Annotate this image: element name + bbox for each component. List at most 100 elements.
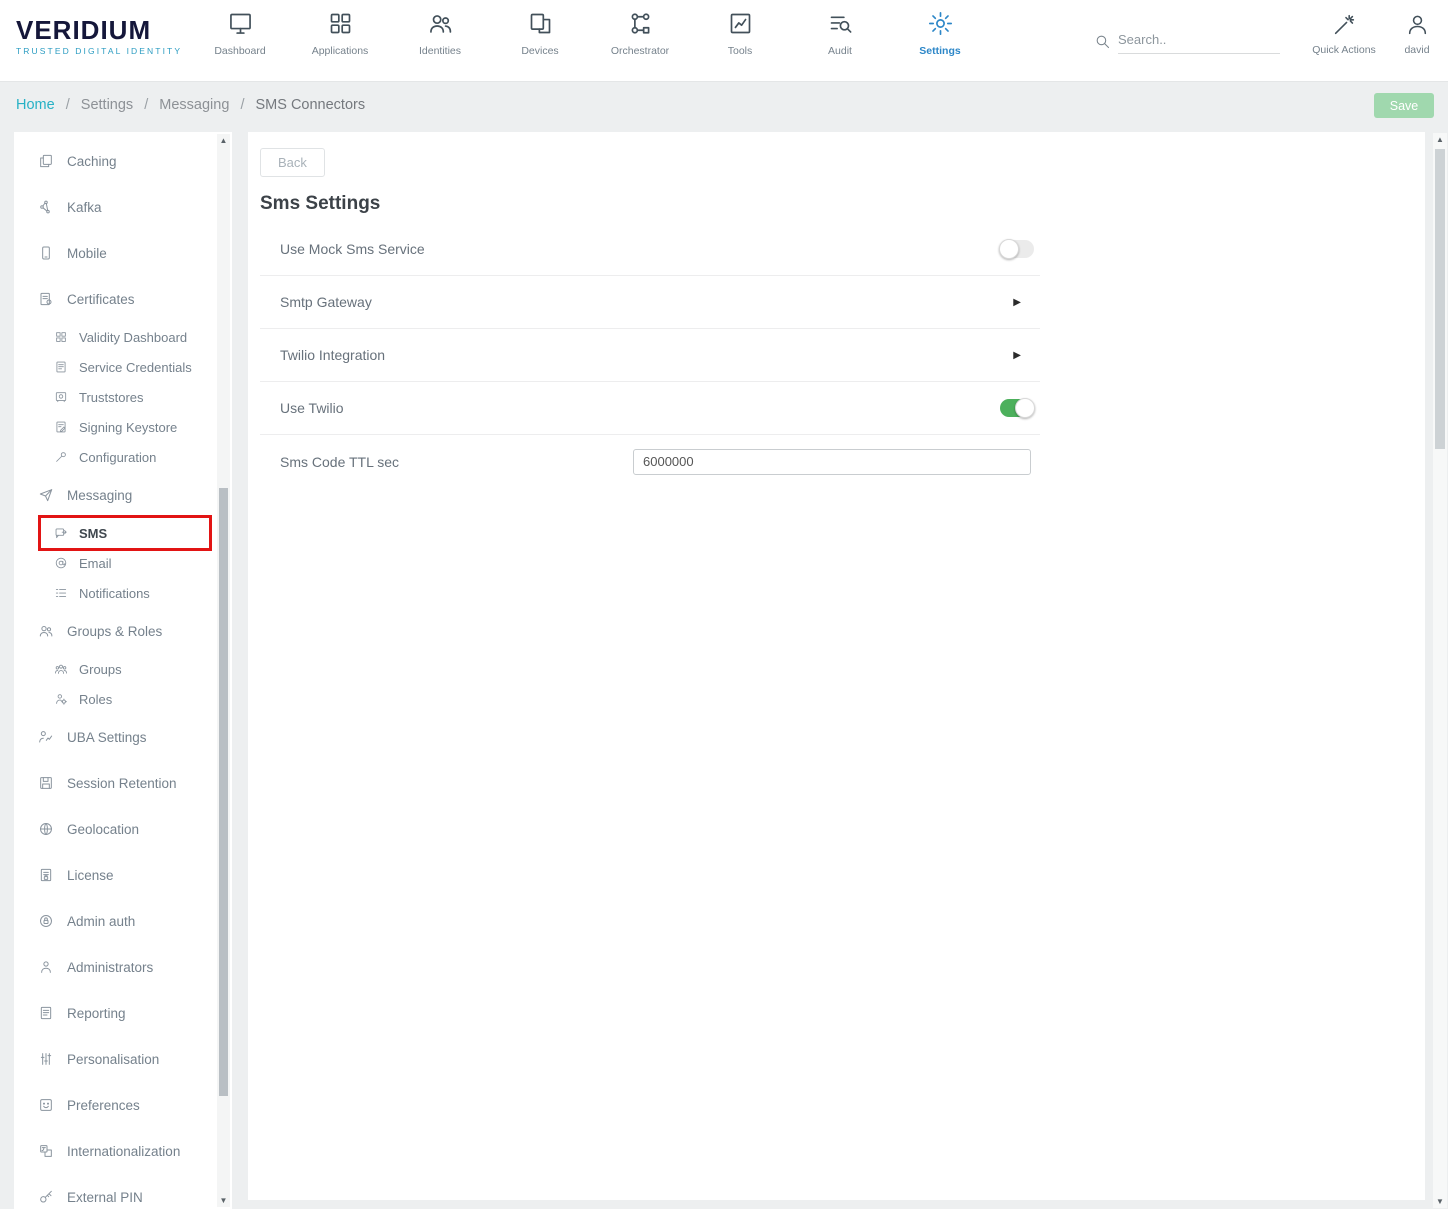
certificates-icon bbox=[38, 291, 54, 307]
nav-tools[interactable]: Tools bbox=[690, 10, 790, 57]
sidebar-item-admin-auth[interactable]: Admin auth bbox=[14, 898, 232, 944]
user-menu[interactable]: david bbox=[1392, 12, 1442, 56]
expand-arrow-icon[interactable]: ▶ bbox=[1013, 297, 1021, 308]
configuration-icon bbox=[54, 450, 68, 464]
breadcrumb-messaging[interactable]: Messaging bbox=[159, 97, 229, 113]
sidebar-item-sms[interactable]: SMS bbox=[14, 518, 232, 548]
admin-auth-icon bbox=[38, 913, 54, 929]
nav-applications[interactable]: Applications bbox=[290, 10, 390, 57]
nav-identities[interactable]: Identities bbox=[390, 10, 490, 57]
breadcrumb-current: SMS Connectors bbox=[256, 97, 366, 113]
search-icon[interactable] bbox=[1094, 33, 1111, 50]
page-scrollbar-thumb[interactable] bbox=[1435, 149, 1445, 449]
geolocation-icon bbox=[38, 821, 54, 837]
sidebar-item-service-credentials[interactable]: Service Credentials bbox=[14, 352, 232, 382]
dashboard-icon bbox=[227, 10, 254, 37]
sidebar-item-external-pin[interactable]: External PIN bbox=[14, 1174, 232, 1209]
use-mock-sms-toggle[interactable] bbox=[1000, 240, 1034, 258]
notifications-icon bbox=[54, 586, 68, 600]
sidebar-item-validity-dashboard[interactable]: Validity Dashboard bbox=[14, 322, 232, 352]
sidebar-item-email[interactable]: Email bbox=[14, 548, 232, 578]
sidebar-scrollbar-thumb[interactable] bbox=[219, 488, 228, 1096]
settings-sidebar: Caching Kafka Mobile Certificates Validi… bbox=[14, 132, 232, 1209]
sidebar-scrollbar[interactable]: ▲ ▼ bbox=[217, 134, 230, 1207]
sidebar-item-internationalization[interactable]: Internationalization bbox=[14, 1128, 232, 1174]
sidebar-item-preferences[interactable]: Preferences bbox=[14, 1082, 232, 1128]
devices-icon bbox=[527, 10, 554, 37]
caching-icon bbox=[38, 153, 54, 169]
search-input[interactable] bbox=[1118, 26, 1280, 54]
sidebar-item-geolocation[interactable]: Geolocation bbox=[14, 806, 232, 852]
sidebar-item-license[interactable]: License bbox=[14, 852, 232, 898]
sidebar-item-truststores[interactable]: Truststores bbox=[14, 382, 232, 412]
nav-label: Orchestrator bbox=[611, 45, 669, 57]
applications-icon bbox=[327, 10, 354, 37]
nav-audit[interactable]: Audit bbox=[790, 10, 890, 57]
sidebar-item-label: Validity Dashboard bbox=[79, 330, 187, 345]
email-icon bbox=[54, 556, 68, 570]
sms-code-ttl-input[interactable] bbox=[633, 449, 1031, 475]
setting-row-use-twilio: Use Twilio bbox=[260, 382, 1040, 435]
settings-rows: Use Mock Sms Service Smtp Gateway ▶ Twil… bbox=[260, 223, 1040, 488]
sidebar-item-administrators[interactable]: Administrators bbox=[14, 944, 232, 990]
back-button[interactable]: Back bbox=[260, 148, 325, 177]
expand-arrow-icon[interactable]: ▶ bbox=[1013, 350, 1021, 361]
sidebar-item-messaging[interactable]: Messaging bbox=[14, 472, 232, 518]
save-button[interactable]: Save bbox=[1374, 93, 1434, 118]
scroll-up-icon[interactable]: ▲ bbox=[1433, 133, 1447, 146]
sidebar-item-groups-roles[interactable]: Groups & Roles bbox=[14, 608, 232, 654]
nav-label: Identities bbox=[419, 45, 461, 57]
use-twilio-toggle[interactable] bbox=[1000, 399, 1034, 417]
setting-label: Sms Code TTL sec bbox=[280, 454, 399, 470]
nav-label: Settings bbox=[919, 45, 960, 57]
sidebar-item-label: SMS bbox=[79, 526, 107, 541]
setting-label: Use Twilio bbox=[280, 400, 344, 416]
breadcrumb-home[interactable]: Home bbox=[16, 97, 55, 113]
sidebar-item-certificates[interactable]: Certificates bbox=[14, 276, 232, 322]
breadcrumb: Home / Settings / Messaging / SMS Connec… bbox=[16, 97, 365, 113]
identities-icon bbox=[427, 10, 454, 37]
sidebar-item-kafka[interactable]: Kafka bbox=[14, 184, 232, 230]
nav-dashboard[interactable]: Dashboard bbox=[190, 10, 290, 57]
toggle-knob bbox=[1015, 398, 1035, 418]
veridium-logo[interactable]: VERIDIUM TRUSTED DIGITAL IDENTITY bbox=[16, 16, 182, 56]
sidebar-item-groups[interactable]: Groups bbox=[14, 654, 232, 684]
scroll-down-icon[interactable]: ▼ bbox=[217, 1194, 230, 1207]
setting-row-twilio-integration[interactable]: Twilio Integration ▶ bbox=[260, 329, 1040, 382]
sidebar-item-roles[interactable]: Roles bbox=[14, 684, 232, 714]
service-credentials-icon bbox=[54, 360, 68, 374]
uba-settings-icon bbox=[38, 729, 54, 745]
page-scrollbar[interactable]: ▲ ▼ bbox=[1433, 133, 1447, 1208]
sidebar-item-configuration[interactable]: Configuration bbox=[14, 442, 232, 472]
sidebar-item-notifications[interactable]: Notifications bbox=[14, 578, 232, 608]
sidebar-item-label: Preferences bbox=[67, 1098, 140, 1113]
scroll-up-icon[interactable]: ▲ bbox=[217, 134, 230, 147]
sidebar-item-label: UBA Settings bbox=[67, 730, 147, 745]
nav-devices[interactable]: Devices bbox=[490, 10, 590, 57]
breadcrumb-settings[interactable]: Settings bbox=[81, 97, 133, 113]
primary-nav: Dashboard Applications Identities Device… bbox=[190, 10, 990, 57]
setting-label: Twilio Integration bbox=[280, 347, 385, 363]
sidebar-item-caching[interactable]: Caching bbox=[14, 138, 232, 184]
sidebar-item-personalisation[interactable]: Personalisation bbox=[14, 1036, 232, 1082]
sidebar-item-uba-settings[interactable]: UBA Settings bbox=[14, 714, 232, 760]
nav-label: Devices bbox=[521, 45, 558, 57]
magic-wand-icon bbox=[1332, 12, 1357, 37]
sms-icon bbox=[54, 526, 68, 540]
setting-label: Use Mock Sms Service bbox=[280, 241, 425, 257]
messaging-icon bbox=[38, 487, 54, 503]
sidebar-item-mobile[interactable]: Mobile bbox=[14, 230, 232, 276]
sidebar-item-label: Roles bbox=[79, 692, 112, 707]
scroll-down-icon[interactable]: ▼ bbox=[1433, 1195, 1447, 1208]
sidebar-item-label: Reporting bbox=[67, 1006, 126, 1021]
sidebar-item-session-retention[interactable]: Session Retention bbox=[14, 760, 232, 806]
nav-orchestrator[interactable]: Orchestrator bbox=[590, 10, 690, 57]
breadcrumb-separator: / bbox=[144, 97, 148, 113]
sidebar-item-label: Groups & Roles bbox=[67, 624, 162, 639]
setting-row-smtp-gateway[interactable]: Smtp Gateway ▶ bbox=[260, 276, 1040, 329]
sidebar-item-label: Administrators bbox=[67, 960, 153, 975]
sidebar-item-signing-keystore[interactable]: Signing Keystore bbox=[14, 412, 232, 442]
quick-actions-button[interactable]: Quick Actions bbox=[1308, 12, 1380, 56]
nav-settings[interactable]: Settings bbox=[890, 10, 990, 57]
sidebar-item-reporting[interactable]: Reporting bbox=[14, 990, 232, 1036]
